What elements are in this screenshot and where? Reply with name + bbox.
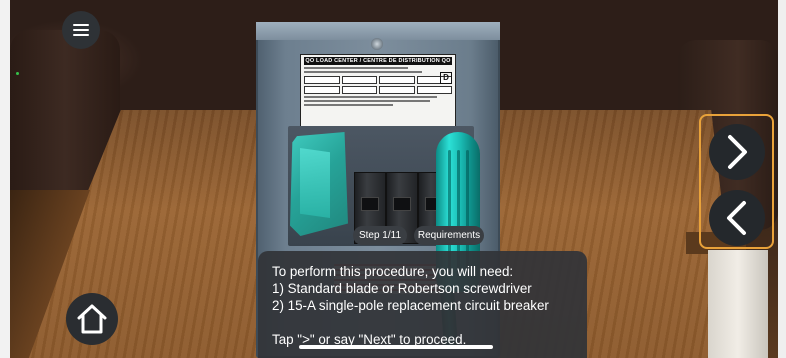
tracking-status-dot — [16, 72, 19, 75]
brand-logo: D — [440, 72, 452, 84]
panel-screw — [371, 38, 383, 50]
chevron-right-icon — [728, 135, 747, 169]
previous-step-button[interactable] — [709, 190, 765, 246]
home-icon — [77, 304, 107, 334]
frame-edge-left — [0, 0, 10, 358]
table-leg — [708, 250, 768, 358]
label-grid — [304, 76, 452, 94]
instruction-intro: To perform this procedure, you will need… — [272, 264, 514, 279]
home-indicator-bar[interactable] — [299, 345, 493, 349]
requirements-button[interactable]: Requirements — [414, 226, 484, 245]
instruction-item: 1) Standard blade or Robertson screwdriv… — [272, 281, 532, 296]
hamburger-menu-icon — [73, 24, 89, 36]
frame-edge-right — [778, 0, 786, 358]
step-counter-pill[interactable]: Step 1/11 — [353, 226, 407, 245]
chevron-left-icon — [727, 201, 746, 235]
ar-breaker-face — [300, 148, 330, 218]
menu-button[interactable] — [62, 11, 100, 49]
panel-label-title: QO LOAD CENTER / CENTRE DE DISTRIBUTION … — [304, 57, 452, 65]
instruction-item: 2) 15-A single-pole replacement circuit … — [272, 298, 549, 313]
instructions-panel: To perform this procedure, you will need… — [258, 251, 587, 358]
label-text-lines-bottom — [304, 96, 452, 106]
home-button[interactable] — [66, 293, 118, 345]
next-step-button[interactable] — [709, 124, 765, 180]
label-text-lines — [304, 67, 452, 73]
